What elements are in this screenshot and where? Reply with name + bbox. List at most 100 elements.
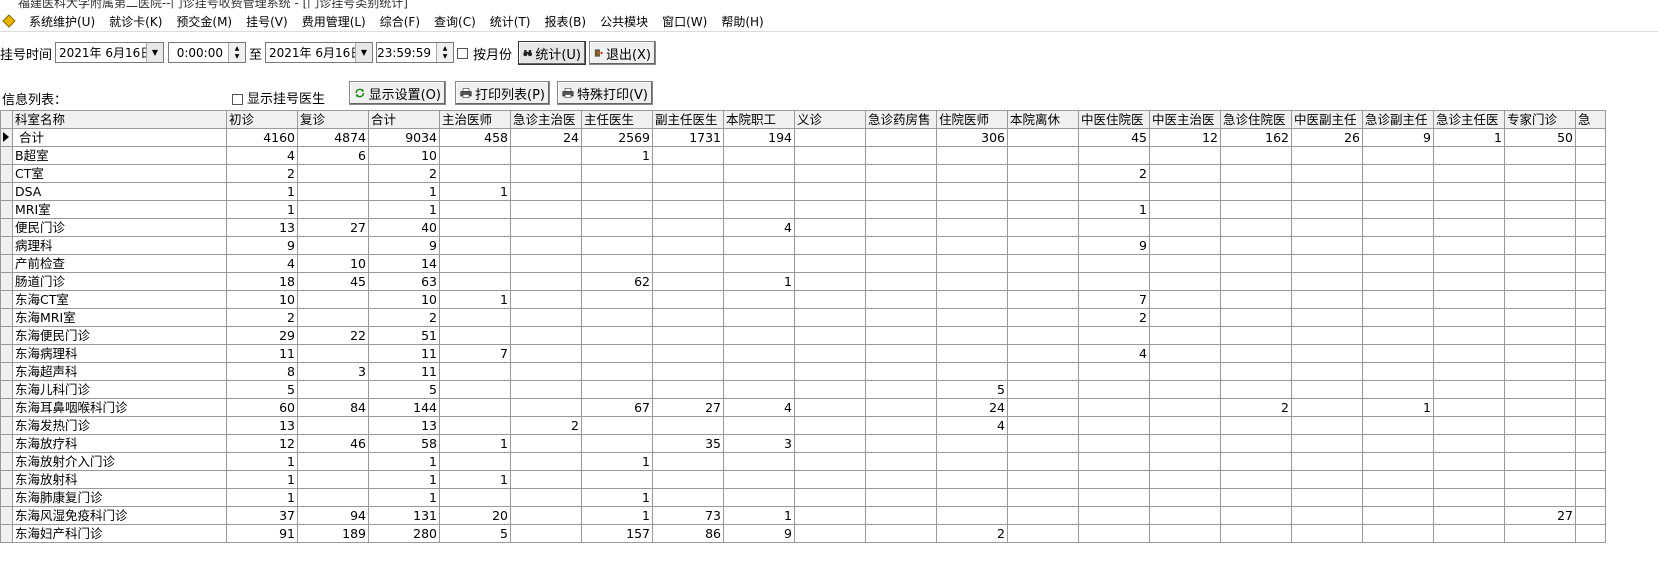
count-cell[interactable] bbox=[1220, 218, 1292, 237]
column-header[interactable]: 中医住院医 bbox=[1078, 110, 1150, 129]
count-cell[interactable]: 4 bbox=[936, 416, 1008, 435]
count-cell[interactable]: 37 bbox=[226, 506, 298, 525]
count-cell[interactable] bbox=[936, 344, 1008, 363]
count-cell[interactable] bbox=[936, 200, 1008, 219]
count-cell[interactable] bbox=[1575, 470, 1606, 489]
chevron-down-icon[interactable]: ▼ bbox=[146, 43, 163, 62]
count-cell[interactable] bbox=[1433, 506, 1505, 525]
count-cell[interactable] bbox=[1220, 506, 1292, 525]
count-cell[interactable] bbox=[1078, 326, 1150, 345]
count-cell[interactable] bbox=[1575, 398, 1606, 417]
count-cell[interactable] bbox=[1149, 326, 1221, 345]
count-cell[interactable] bbox=[510, 272, 582, 291]
count-cell[interactable] bbox=[1362, 254, 1434, 273]
table-row[interactable]: 病理科 9 9 9 bbox=[0, 236, 1606, 255]
count-cell[interactable]: 144 bbox=[368, 398, 440, 417]
dept-name-cell[interactable]: 东海肺康复门诊 bbox=[12, 488, 227, 507]
dept-name-cell[interactable]: 便民门诊 bbox=[12, 218, 227, 237]
count-cell[interactable] bbox=[1504, 470, 1576, 489]
count-cell[interactable] bbox=[1504, 362, 1576, 381]
count-cell[interactable] bbox=[865, 308, 937, 327]
count-cell[interactable] bbox=[1575, 434, 1606, 453]
spin-arrows-icon[interactable]: ▲ ▼ bbox=[228, 43, 245, 62]
count-cell[interactable] bbox=[865, 218, 937, 237]
count-cell[interactable] bbox=[1504, 218, 1576, 237]
count-cell[interactable] bbox=[1291, 146, 1363, 165]
count-cell[interactable] bbox=[794, 506, 866, 525]
menu-item[interactable]: 综合(F) bbox=[373, 13, 427, 30]
count-cell[interactable] bbox=[581, 182, 653, 201]
by-month-checkbox[interactable] bbox=[457, 46, 468, 61]
count-cell[interactable] bbox=[1575, 488, 1606, 507]
count-cell[interactable] bbox=[510, 326, 582, 345]
count-cell[interactable] bbox=[1291, 254, 1363, 273]
count-cell[interactable] bbox=[1007, 470, 1079, 489]
count-cell[interactable] bbox=[1078, 470, 1150, 489]
count-cell[interactable] bbox=[1220, 146, 1292, 165]
count-cell[interactable] bbox=[510, 470, 582, 489]
count-cell[interactable] bbox=[1007, 326, 1079, 345]
count-cell[interactable] bbox=[652, 416, 724, 435]
count-cell[interactable] bbox=[439, 362, 511, 381]
count-cell[interactable] bbox=[581, 362, 653, 381]
count-cell[interactable] bbox=[1362, 218, 1434, 237]
count-cell[interactable] bbox=[865, 416, 937, 435]
count-cell[interactable] bbox=[1433, 254, 1505, 273]
count-cell[interactable]: 18 bbox=[226, 272, 298, 291]
count-cell[interactable] bbox=[1504, 524, 1576, 543]
count-cell[interactable] bbox=[510, 218, 582, 237]
count-cell[interactable]: 7 bbox=[439, 344, 511, 363]
count-cell[interactable] bbox=[297, 182, 369, 201]
count-cell[interactable] bbox=[1575, 146, 1606, 165]
count-cell[interactable] bbox=[1291, 290, 1363, 309]
count-cell[interactable] bbox=[1362, 290, 1434, 309]
count-cell[interactable] bbox=[936, 164, 1008, 183]
count-cell[interactable] bbox=[1007, 524, 1079, 543]
count-cell[interactable] bbox=[510, 452, 582, 471]
column-header[interactable]: 中医主治医 bbox=[1149, 110, 1221, 129]
table-row[interactable]: 产前检查 4 10 14 bbox=[0, 254, 1606, 273]
count-cell[interactable] bbox=[1433, 164, 1505, 183]
count-cell[interactable] bbox=[936, 308, 1008, 327]
count-cell[interactable] bbox=[1149, 452, 1221, 471]
count-cell[interactable] bbox=[794, 452, 866, 471]
count-cell[interactable] bbox=[297, 416, 369, 435]
count-cell[interactable]: 1 bbox=[1433, 128, 1505, 147]
count-cell[interactable] bbox=[936, 362, 1008, 381]
count-cell[interactable]: 9034 bbox=[368, 128, 440, 147]
count-cell[interactable] bbox=[1149, 254, 1221, 273]
count-cell[interactable] bbox=[794, 362, 866, 381]
count-cell[interactable]: 4 bbox=[1078, 344, 1150, 363]
count-cell[interactable]: 280 bbox=[368, 524, 440, 543]
count-cell[interactable]: 2 bbox=[226, 164, 298, 183]
count-cell[interactable] bbox=[1149, 146, 1221, 165]
count-cell[interactable]: 1 bbox=[368, 470, 440, 489]
count-cell[interactable] bbox=[865, 182, 937, 201]
count-cell[interactable] bbox=[1362, 506, 1434, 525]
count-cell[interactable] bbox=[1007, 416, 1079, 435]
count-cell[interactable]: 1731 bbox=[652, 128, 724, 147]
count-cell[interactable] bbox=[581, 344, 653, 363]
count-cell[interactable] bbox=[936, 254, 1008, 273]
count-cell[interactable] bbox=[1149, 308, 1221, 327]
count-cell[interactable]: 24 bbox=[510, 128, 582, 147]
count-cell[interactable] bbox=[439, 164, 511, 183]
count-cell[interactable]: 2 bbox=[510, 416, 582, 435]
count-cell[interactable] bbox=[794, 434, 866, 453]
count-cell[interactable] bbox=[581, 200, 653, 219]
count-cell[interactable] bbox=[1220, 164, 1292, 183]
menu-item[interactable]: 窗口(W) bbox=[655, 13, 714, 30]
print-list-button[interactable]: 打印列表(P) bbox=[455, 81, 550, 105]
count-cell[interactable]: 26 bbox=[1291, 128, 1363, 147]
count-cell[interactable]: 2 bbox=[226, 308, 298, 327]
count-cell[interactable] bbox=[439, 254, 511, 273]
count-cell[interactable]: 2 bbox=[1078, 164, 1150, 183]
count-cell[interactable] bbox=[1504, 200, 1576, 219]
count-cell[interactable]: 194 bbox=[723, 128, 795, 147]
count-cell[interactable] bbox=[865, 380, 937, 399]
count-cell[interactable]: 27 bbox=[297, 218, 369, 237]
count-cell[interactable] bbox=[1504, 236, 1576, 255]
count-cell[interactable] bbox=[1007, 398, 1079, 417]
count-cell[interactable] bbox=[1362, 380, 1434, 399]
chevron-down-icon[interactable]: ▼ bbox=[355, 43, 372, 62]
